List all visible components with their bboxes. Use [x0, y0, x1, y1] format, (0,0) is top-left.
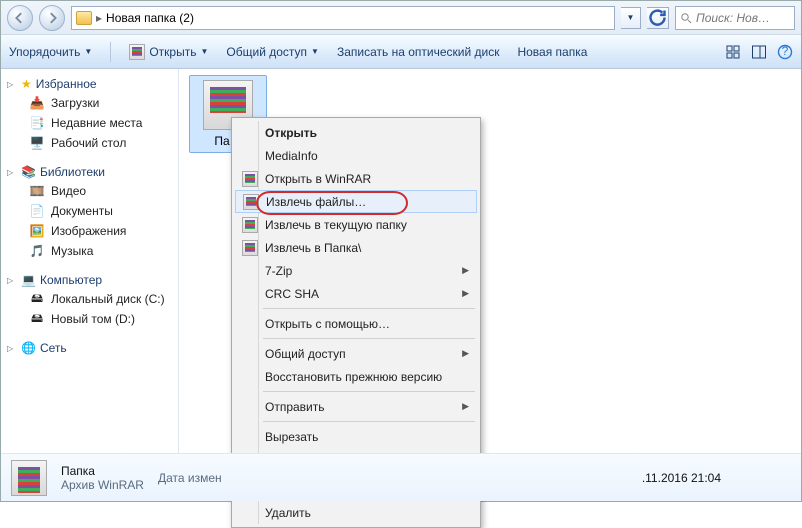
drive-icon: 🖴	[29, 311, 45, 327]
submenu-arrow-icon: ▶	[462, 288, 469, 299]
sidebar-item-documents[interactable]: 📄Документы	[7, 201, 176, 221]
drive-icon: 🖴	[29, 291, 45, 307]
ctx-extract-here[interactable]: Извлечь в текущую папку	[235, 213, 477, 236]
ctx-crc-sha[interactable]: CRC SHA▶	[235, 282, 477, 305]
winrar-icon	[243, 194, 259, 210]
preview-pane-button[interactable]	[751, 44, 767, 60]
winrar-icon	[129, 44, 145, 60]
winrar-icon	[242, 171, 258, 187]
ctx-extract-files[interactable]: Извлечь файлы…	[235, 190, 477, 213]
sidebar-item-music[interactable]: 🎵Музыка	[7, 241, 176, 261]
sidebar-item-images[interactable]: 🖼️Изображения	[7, 221, 176, 241]
downloads-icon: 📥	[29, 95, 45, 111]
ctx-open-with[interactable]: Открыть с помощью…	[235, 312, 477, 335]
ctx-mediainfo[interactable]: MediaInfo	[235, 144, 477, 167]
search-input[interactable]: Поиск: Нов…	[675, 6, 795, 30]
star-icon: ★	[21, 77, 32, 91]
breadcrumb[interactable]: ▸ Новая папка (2)	[71, 6, 615, 30]
sidebar-computer-header[interactable]: ▷💻Компьютер	[7, 273, 176, 287]
svg-text:?: ?	[782, 44, 789, 58]
libraries-icon: 📚	[21, 165, 36, 179]
toolbar-share[interactable]: Общий доступ ▼	[226, 45, 319, 59]
details-file-type: Архив WinRAR	[61, 478, 144, 492]
ctx-open-winrar[interactable]: Открыть в WinRAR	[235, 167, 477, 190]
sidebar: ▷★Избранное 📥Загрузки 📑Недавние места 🖥️…	[1, 69, 179, 453]
desktop-icon: 🖥️	[29, 135, 45, 151]
file-list[interactable]: Па… Открыть MediaInfo Открыть в WinRAR И…	[179, 69, 801, 453]
breadcrumb-current[interactable]: Новая папка (2)	[106, 11, 194, 25]
network-icon: 🌐	[21, 341, 36, 355]
recent-icon: 📑	[29, 115, 45, 131]
nav-forward-button[interactable]	[39, 5, 65, 31]
search-placeholder: Поиск: Нов…	[696, 11, 770, 25]
main-area: ▷★Избранное 📥Загрузки 📑Недавние места 🖥️…	[1, 69, 801, 453]
toolbar-burn[interactable]: Записать на оптический диск	[337, 45, 500, 59]
ctx-send-to[interactable]: Отправить▶	[235, 395, 477, 418]
address-bar: ▸ Новая папка (2) ▼ Поиск: Нов…	[1, 1, 801, 35]
sidebar-libraries-header[interactable]: ▷📚Библиотеки	[7, 165, 176, 179]
details-date-label: Дата измен	[158, 471, 222, 485]
sidebar-network: ▷🌐Сеть	[7, 341, 176, 355]
sidebar-computer: ▷💻Компьютер 🖴Локальный диск (C:) 🖴Новый …	[7, 273, 176, 329]
submenu-arrow-icon: ▶	[462, 348, 469, 359]
folder-icon	[76, 11, 92, 25]
toolbar-organize[interactable]: Упорядочить ▼	[9, 45, 92, 59]
ctx-extract-to[interactable]: Извлечь в Папка\	[235, 236, 477, 259]
winrar-icon	[242, 240, 258, 256]
nav-back-button[interactable]	[7, 5, 33, 31]
ctx-share-access[interactable]: Общий доступ▶	[235, 342, 477, 365]
toolbar-open[interactable]: Открыть ▼	[129, 44, 208, 60]
help-button[interactable]: ?	[777, 44, 793, 60]
sidebar-libraries: ▷📚Библиотеки 🎞️Видео 📄Документы 🖼️Изобра…	[7, 165, 176, 261]
chevron-right-icon: ▸	[96, 11, 102, 25]
winrar-archive-icon	[11, 460, 47, 496]
details-pane: Папка Архив WinRAR Дата измен .11.2016 2…	[1, 453, 801, 501]
winrar-icon	[242, 217, 258, 233]
sidebar-favorites-header[interactable]: ▷★Избранное	[7, 77, 176, 91]
sidebar-item-drive-c[interactable]: 🖴Локальный диск (C:)	[7, 289, 176, 309]
sidebar-item-downloads[interactable]: 📥Загрузки	[7, 93, 176, 113]
ctx-restore-version[interactable]: Восстановить прежнюю версию	[235, 365, 477, 388]
sidebar-item-drive-d[interactable]: 🖴Новый том (D:)	[7, 309, 176, 329]
submenu-arrow-icon: ▶	[462, 265, 469, 276]
sidebar-item-recent[interactable]: 📑Недавние места	[7, 113, 176, 133]
computer-icon: 💻	[21, 273, 36, 287]
details-date-value: .11.2016 21:04	[642, 471, 721, 485]
ctx-cut[interactable]: Вырезать	[235, 425, 477, 448]
sidebar-favorites: ▷★Избранное 📥Загрузки 📑Недавние места 🖥️…	[7, 77, 176, 153]
details-file-name: Папка	[61, 464, 144, 478]
address-dropdown-button[interactable]: ▼	[621, 7, 641, 29]
ctx-open[interactable]: Открыть	[235, 121, 477, 144]
submenu-arrow-icon: ▶	[462, 401, 469, 412]
toolbar-newfolder[interactable]: Новая папка	[517, 45, 587, 59]
sidebar-item-desktop[interactable]: 🖥️Рабочий стол	[7, 133, 176, 153]
toolbar: Упорядочить ▼ Открыть ▼ Общий доступ ▼ З…	[1, 35, 801, 69]
search-icon	[680, 12, 692, 24]
documents-icon: 📄	[29, 203, 45, 219]
view-options-button[interactable]	[725, 44, 741, 60]
images-icon: 🖼️	[29, 223, 45, 239]
music-icon: 🎵	[29, 243, 45, 259]
ctx-7zip[interactable]: 7-Zip▶	[235, 259, 477, 282]
sidebar-network-header[interactable]: ▷🌐Сеть	[7, 341, 176, 355]
video-icon: 🎞️	[29, 183, 45, 199]
sidebar-item-video[interactable]: 🎞️Видео	[7, 181, 176, 201]
refresh-button[interactable]	[647, 7, 669, 29]
ctx-delete[interactable]: Удалить	[235, 501, 477, 524]
